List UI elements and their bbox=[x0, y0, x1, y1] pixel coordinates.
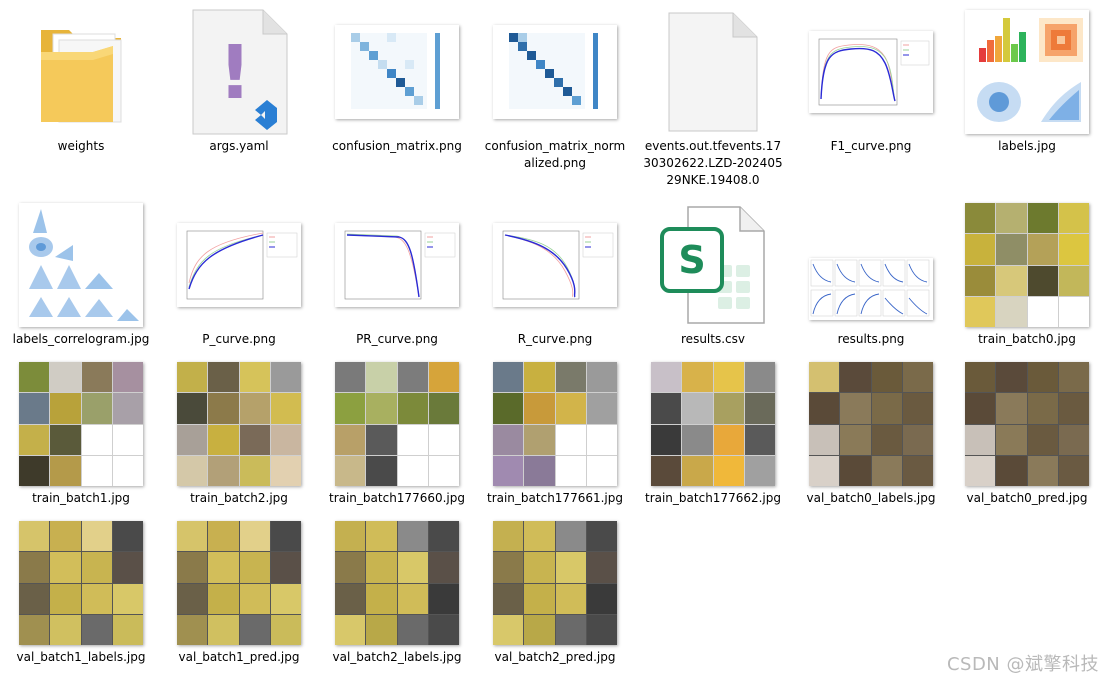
file-name: confusion_matrix_normalized.png bbox=[484, 139, 626, 170]
image-thumbnail-icon bbox=[322, 6, 472, 138]
file-item-p-curve[interactable]: P_curve.png bbox=[164, 199, 314, 348]
spreadsheet-file-icon: S bbox=[638, 199, 788, 331]
file-name: labels.jpg bbox=[998, 139, 1056, 153]
file-name: train_batch0.jpg bbox=[978, 332, 1076, 346]
file-item-args-yaml[interactable]: ! args.yaml bbox=[164, 6, 314, 155]
file-name: val_batch2_labels.jpg bbox=[332, 650, 462, 664]
file-name: results.csv bbox=[681, 332, 745, 346]
image-thumbnail-icon bbox=[6, 199, 156, 331]
file-item-labels[interactable]: labels.jpg bbox=[952, 6, 1102, 155]
image-thumbnail-icon bbox=[796, 199, 946, 331]
yaml-file-icon: ! bbox=[164, 6, 314, 138]
file-name: P_curve.png bbox=[202, 332, 276, 346]
file-item-tfevents[interactable]: events.out.tfevents.1730302622.LZD-20240… bbox=[638, 6, 788, 189]
file-item-r-curve[interactable]: R_curve.png bbox=[480, 199, 630, 348]
watermark: CSDN @斌擎科技 bbox=[946, 654, 1099, 675]
image-thumbnail-icon bbox=[164, 358, 314, 490]
file-name: val_batch1_labels.jpg bbox=[16, 650, 146, 664]
file-name: train_batch177661.jpg bbox=[486, 491, 623, 505]
image-thumbnail-icon bbox=[952, 199, 1102, 331]
image-thumbnail-icon bbox=[952, 6, 1102, 138]
csv-letter: S bbox=[678, 238, 705, 282]
image-thumbnail-icon bbox=[480, 6, 630, 138]
file-item-train-batch0[interactable]: train_batch0.jpg bbox=[952, 199, 1102, 348]
file-item-val-batch2-labels[interactable]: val_batch2_labels.jpg bbox=[322, 517, 472, 666]
file-name: train_batch2.jpg bbox=[190, 491, 288, 505]
file-name: val_batch1_pred.jpg bbox=[178, 650, 300, 664]
image-thumbnail-icon bbox=[322, 517, 472, 649]
file-item-val-batch2-pred[interactable]: val_batch2_pred.jpg bbox=[480, 517, 630, 666]
image-thumbnail-icon bbox=[164, 517, 314, 649]
file-item-train-batch177662[interactable]: train_batch177662.jpg bbox=[638, 358, 788, 507]
yaml-mark: ! bbox=[218, 30, 252, 116]
image-thumbnail-icon bbox=[796, 6, 946, 138]
file-name: train_batch177662.jpg bbox=[644, 491, 781, 505]
image-thumbnail-icon bbox=[322, 358, 472, 490]
file-item-weights[interactable]: weights bbox=[6, 6, 156, 155]
image-thumbnail-icon bbox=[6, 358, 156, 490]
image-thumbnail-icon bbox=[952, 358, 1102, 490]
file-name: train_batch177660.jpg bbox=[328, 491, 465, 505]
image-thumbnail-icon bbox=[6, 517, 156, 649]
file-item-f1-curve[interactable]: F1_curve.png bbox=[796, 6, 946, 155]
file-item-val-batch0-labels[interactable]: val_batch0_labels.jpg bbox=[796, 358, 946, 507]
file-name: val_batch0_pred.jpg bbox=[966, 491, 1088, 505]
file-name: events.out.tfevents.1730302622.LZD-20240… bbox=[643, 139, 783, 187]
image-thumbnail-icon bbox=[480, 358, 630, 490]
generic-file-icon bbox=[638, 6, 788, 138]
file-item-train-batch177661[interactable]: train_batch177661.jpg bbox=[480, 358, 630, 507]
file-item-train-batch177660[interactable]: train_batch177660.jpg bbox=[322, 358, 472, 507]
file-item-val-batch1-pred[interactable]: val_batch1_pred.jpg bbox=[164, 517, 314, 666]
file-item-val-batch1-labels[interactable]: val_batch1_labels.jpg bbox=[6, 517, 156, 666]
file-name: confusion_matrix.png bbox=[332, 139, 462, 153]
file-name: val_batch2_pred.jpg bbox=[494, 650, 616, 664]
image-thumbnail-icon bbox=[638, 358, 788, 490]
file-name: val_batch0_labels.jpg bbox=[806, 491, 936, 505]
folder-icon bbox=[6, 6, 156, 138]
image-thumbnail-icon bbox=[480, 199, 630, 331]
file-item-val-batch0-pred[interactable]: val_batch0_pred.jpg bbox=[952, 358, 1102, 507]
file-name: F1_curve.png bbox=[830, 139, 912, 153]
file-item-labels-correlogram[interactable]: labels_correlogram.jpg bbox=[6, 199, 156, 348]
file-item-results-png[interactable]: results.png bbox=[796, 199, 946, 348]
file-item-pr-curve[interactable]: PR_curve.png bbox=[322, 199, 472, 348]
file-name: args.yaml bbox=[209, 139, 269, 153]
file-name: weights bbox=[57, 139, 105, 153]
image-thumbnail-icon bbox=[480, 517, 630, 649]
file-name: PR_curve.png bbox=[356, 332, 438, 346]
file-item-confusion-matrix-normalized[interactable]: confusion_matrix_normalized.png bbox=[480, 6, 630, 172]
image-thumbnail-icon bbox=[796, 358, 946, 490]
file-item-train-batch1[interactable]: train_batch1.jpg bbox=[6, 358, 156, 507]
file-item-confusion-matrix[interactable]: confusion_matrix.png bbox=[322, 6, 472, 155]
image-thumbnail-icon bbox=[164, 199, 314, 331]
image-thumbnail-icon bbox=[322, 199, 472, 331]
file-item-results-csv[interactable]: S results.csv bbox=[638, 199, 788, 348]
file-name: results.png bbox=[837, 332, 905, 346]
file-name: R_curve.png bbox=[517, 332, 593, 346]
file-item-train-batch2[interactable]: train_batch2.jpg bbox=[164, 358, 314, 507]
file-name: labels_correlogram.jpg bbox=[12, 332, 150, 346]
file-name: train_batch1.jpg bbox=[32, 491, 130, 505]
